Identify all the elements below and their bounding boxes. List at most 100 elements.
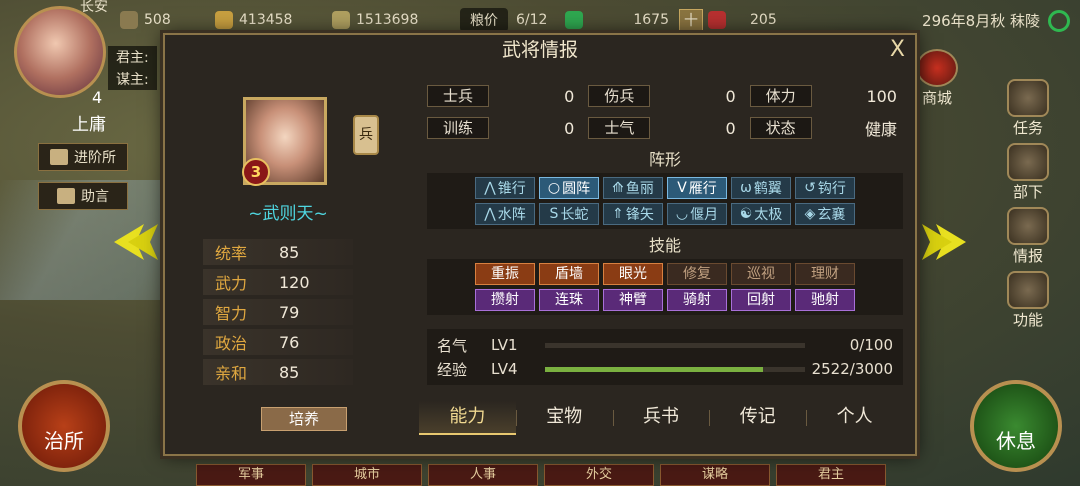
- formation-button[interactable]: ○ 圆阵: [539, 177, 599, 199]
- player-rank: 上庸: [72, 115, 106, 135]
- formation-button[interactable]: ⋀ 锥行: [475, 177, 535, 199]
- city-tab[interactable]: 城市: [312, 464, 422, 486]
- resource-4: 1675 十: [565, 8, 703, 32]
- formation-button[interactable]: ↺ 钩行: [795, 177, 855, 199]
- unit-type-badge: 兵: [353, 115, 379, 155]
- formation-button[interactable]: ⇑ 锋矢: [603, 203, 663, 225]
- status-cell: 伤兵 0: [588, 83, 741, 109]
- skill-button[interactable]: 重振: [475, 263, 535, 285]
- shop-icon: [916, 49, 958, 87]
- jade-icon: [565, 11, 583, 29]
- general-details: 士兵 0 伤兵 0 体力 100 训练 0 士气 0 状态 健康 阵形 ⋀ 锥行 ○ 圆阵 ⟰ 鱼丽 V…: [427, 83, 903, 385]
- status-cell: 状态 健康: [749, 115, 903, 141]
- status-cell: 训练 0: [427, 115, 580, 141]
- formation-icon: ↺: [804, 180, 816, 196]
- formation-button[interactable]: ⟰ 鱼丽: [603, 177, 663, 199]
- skill-button[interactable]: 盾墙: [539, 263, 599, 285]
- formation-icon: ○: [547, 180, 561, 196]
- tab-1[interactable]: 宝物: [515, 401, 613, 435]
- add-resource-button[interactable]: 十: [679, 9, 703, 31]
- subordinates-button[interactable]: 部下: [998, 142, 1058, 202]
- building-icon: [50, 149, 68, 165]
- formation-icon: S: [549, 206, 559, 222]
- formation-icon: ⋀: [484, 180, 496, 196]
- formation-heading: 阵形: [648, 150, 681, 169]
- stat-row: 统率 85: [203, 239, 353, 265]
- next-general-arrow-icon[interactable]: [922, 222, 966, 262]
- status-cell: 体力 100: [749, 83, 903, 109]
- star-level-badge: 3: [242, 158, 270, 186]
- helmet-icon: [1007, 143, 1049, 181]
- player-avatar[interactable]: [14, 6, 106, 98]
- formation-icon: ⋀: [484, 206, 496, 222]
- skill-button[interactable]: 神臂: [603, 289, 663, 311]
- resource-2: 413458: [215, 8, 292, 32]
- stat-row: 政治 76: [203, 329, 353, 355]
- status-cell: 士气 0: [588, 115, 741, 141]
- quest-button[interactable]: 任务: [998, 78, 1058, 138]
- general-info-panel: 武将情报 X 3 兵 ~武则天~ 统率 85 武力 120 智力 79 政治 76 亲和…: [163, 33, 917, 456]
- skill-button[interactable]: 骑射: [667, 289, 727, 311]
- personnel-tab[interactable]: 人事: [428, 464, 538, 486]
- tab-2[interactable]: 兵书: [612, 401, 710, 435]
- player-level: 4: [92, 88, 103, 107]
- document-icon: [1007, 207, 1049, 245]
- bottom-command-bar: 军事 城市 人事 外交 谋略 君主: [196, 464, 886, 486]
- skill-button[interactable]: 连珠: [539, 289, 599, 311]
- formation-icon: ω: [740, 180, 752, 196]
- progress-section: 名气 LV1 0/100 经验 LV4 2522/3000: [427, 329, 903, 385]
- close-icon[interactable]: X: [890, 37, 905, 62]
- formation-button[interactable]: ◡ 偃月: [667, 203, 727, 225]
- rest-button[interactable]: 休息: [970, 380, 1062, 472]
- advice-button[interactable]: 助言: [38, 182, 128, 210]
- skill-button[interactable]: 眼光: [603, 263, 663, 285]
- formation-icon: ◈: [804, 206, 816, 222]
- promote-button[interactable]: 进阶所: [38, 143, 128, 171]
- book-icon: [57, 188, 75, 204]
- resource-3: 1513698: [332, 8, 418, 32]
- lord-tab[interactable]: 君主: [776, 464, 886, 486]
- skill-button[interactable]: 理财: [795, 263, 855, 285]
- fame-row: 名气 LV1 0/100: [437, 336, 893, 355]
- advisor-label: 谋主:: [108, 68, 157, 90]
- fame-bar: [545, 342, 805, 348]
- tab-0[interactable]: 能力: [419, 401, 516, 435]
- exp-bar-fill: [545, 366, 764, 372]
- game-date: 296年8月秋 秣陵: [922, 12, 1040, 30]
- military-tab[interactable]: 军事: [196, 464, 306, 486]
- gold-icon: [215, 11, 233, 29]
- formation-icon: ⟰: [612, 180, 624, 196]
- formation-button[interactable]: S 长蛇: [539, 203, 599, 225]
- skill-button[interactable]: 修复: [667, 263, 727, 285]
- diplomacy-tab[interactable]: 外交: [544, 464, 654, 486]
- train-button[interactable]: 培养: [261, 407, 347, 431]
- resource-1: 508: [120, 8, 171, 32]
- skill-button[interactable]: 攒射: [475, 289, 535, 311]
- panel-tabs: 能力 宝物 兵书 传记 个人: [419, 401, 903, 435]
- formation-button[interactable]: ⋀ 水阵: [475, 203, 535, 225]
- government-office-button[interactable]: 治所: [18, 380, 110, 472]
- stat-row: 亲和 85: [203, 359, 353, 385]
- formation-icon: ☯: [739, 206, 753, 222]
- tab-4[interactable]: 个人: [806, 401, 903, 435]
- skill-button[interactable]: 驰射: [795, 289, 855, 311]
- formation-button[interactable]: ω 鹤翼: [731, 177, 791, 199]
- strategy-tab[interactable]: 谋略: [660, 464, 770, 486]
- network-signal-icon: [1048, 10, 1070, 32]
- formation-button[interactable]: ☯ 太极: [731, 203, 791, 225]
- skill-button[interactable]: 巡视: [731, 263, 791, 285]
- general-name: ~武则天~: [248, 204, 328, 224]
- formation-button[interactable]: V 雁行: [667, 177, 727, 199]
- intel-button[interactable]: 情报: [998, 206, 1058, 266]
- token-icon: [708, 11, 726, 29]
- formation-grid: ⋀ 锥行 ○ 圆阵 ⟰ 鱼丽 V 雁行 ω 鹤翼 ↺ 钩行 ⋀ 水阵 S 长蛇 ⇑ 锋矢 ◡ 偃月 ☯ 太极 ◈ 玄襄: [427, 173, 903, 229]
- functions-button[interactable]: 功能: [998, 270, 1058, 330]
- status-row: 士兵 0 伤兵 0 体力 100: [427, 83, 903, 109]
- formation-button[interactable]: ◈ 玄襄: [795, 203, 855, 225]
- grain-price: 粮价 6/12: [460, 8, 547, 32]
- prev-general-arrow-icon[interactable]: [114, 222, 158, 262]
- scroll-icon: [1007, 79, 1049, 117]
- general-portrait[interactable]: 3: [242, 97, 327, 186]
- skill-button[interactable]: 回射: [731, 289, 791, 311]
- tab-3[interactable]: 传记: [709, 401, 806, 435]
